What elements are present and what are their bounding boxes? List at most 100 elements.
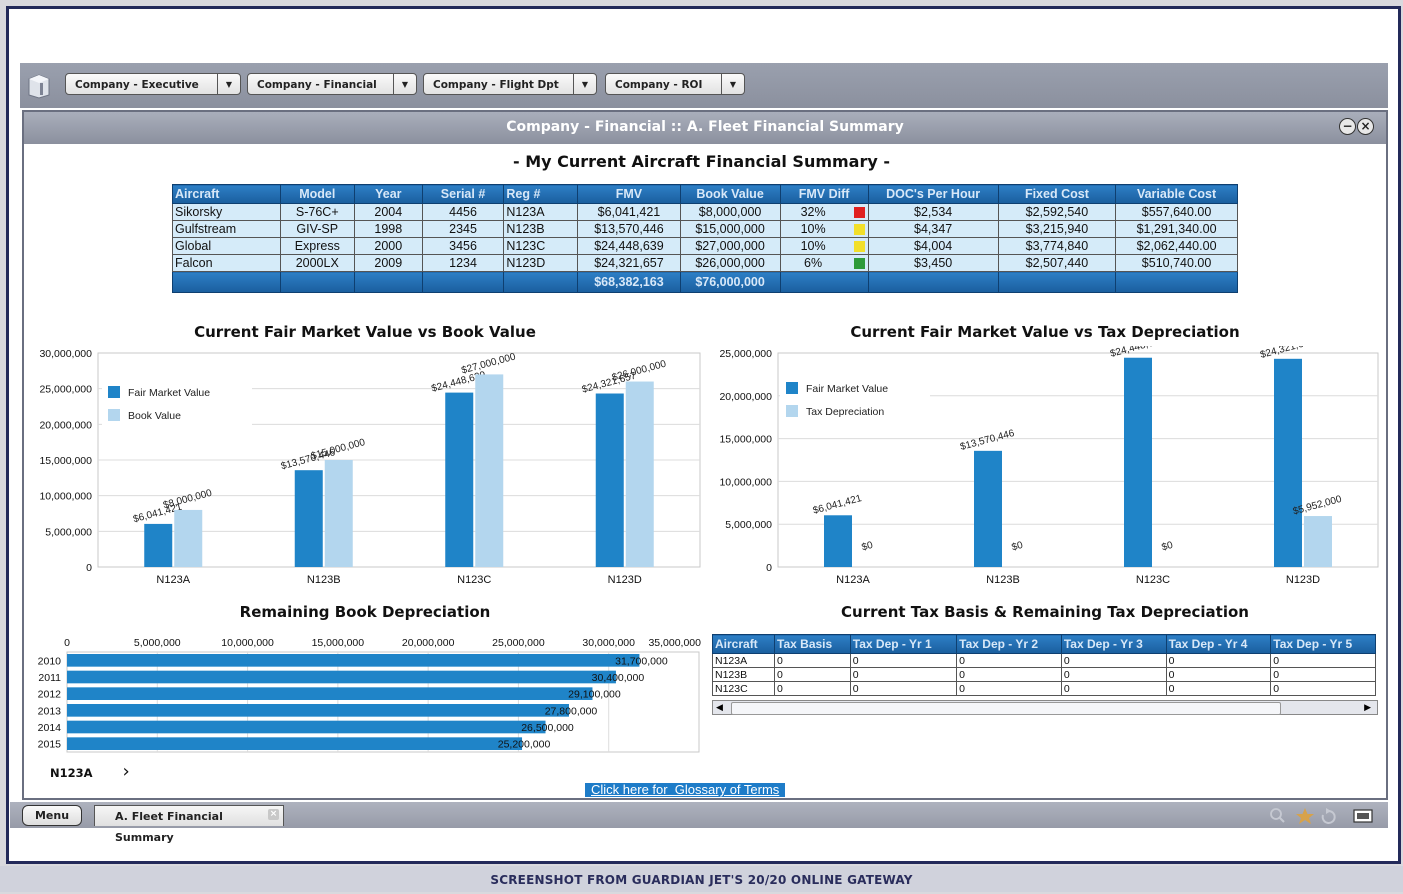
- chevron-down-icon: ▼: [721, 74, 744, 94]
- table-cell-year: 2000: [353, 237, 423, 255]
- dropdown-label: Company - Financial: [257, 79, 377, 91]
- column-header[interactable]: Fixed Cost: [997, 184, 1117, 204]
- export-icon[interactable]: [1353, 809, 1373, 823]
- scroll-right-icon[interactable]: ▶: [1364, 701, 1371, 714]
- column-header[interactable]: Year: [353, 184, 423, 204]
- minimize-icon[interactable]: −: [1339, 118, 1356, 135]
- y-tick-label: 25,000,000: [39, 384, 92, 396]
- data-label: 25,200,000: [498, 739, 551, 751]
- chart-title-remaining-book-depreciation: Remaining Book Depreciation: [239, 603, 491, 621]
- column-header[interactable]: Aircraft: [711, 634, 776, 654]
- column-header[interactable]: Serial #: [421, 184, 505, 204]
- legend-label: Fair Market Value: [128, 387, 210, 399]
- dropdown-label: Company - ROI: [615, 79, 703, 91]
- image-caption: SCREENSHOT FROM GUARDIAN JET'S 20/20 ONL…: [0, 866, 1403, 892]
- x-tick-label: 30,000,000: [582, 637, 635, 649]
- close-tab-icon[interactable]: ×: [268, 809, 279, 820]
- dropdown-company-financial[interactable]: Company - Financial ▼: [247, 73, 417, 95]
- horizontal-scrollbar[interactable]: ◀ ▶: [712, 700, 1378, 715]
- x-tick-label: 35,000,000: [648, 637, 701, 649]
- column-header[interactable]: Tax Dep - Yr 2: [956, 634, 1062, 654]
- table-cell-book: $15,000,000: [679, 220, 781, 238]
- table-header-row: Aircraft Model Year Serial # Reg # FMV B…: [172, 184, 1238, 204]
- column-header[interactable]: Tax Basis: [774, 634, 851, 654]
- x-tick-label: N123A: [836, 574, 870, 586]
- dropdown-label: Company - Executive: [75, 79, 199, 91]
- table-row[interactable]: N123A 0 0 0 0 0 0: [711, 653, 1376, 668]
- table-row[interactable]: N123C 0 0 0 0 0 0: [711, 681, 1376, 696]
- column-header[interactable]: Tax Dep - Yr 5: [1270, 634, 1376, 654]
- table-cell-book: $27,000,000: [679, 237, 781, 255]
- search-icon[interactable]: [1270, 808, 1285, 823]
- y-tick-label: 20,000,000: [39, 419, 92, 431]
- table-cell-aircraft: Gulfstream: [172, 220, 281, 238]
- refresh-icon[interactable]: [1321, 808, 1336, 824]
- next-arrow-icon[interactable]: ›: [123, 761, 130, 782]
- column-header[interactable]: Model: [279, 184, 355, 204]
- scroll-left-icon[interactable]: ◀: [716, 701, 723, 714]
- column-header[interactable]: Reg #: [503, 184, 579, 204]
- scrollbar-thumb[interactable]: [731, 702, 1281, 715]
- column-header[interactable]: Book Value: [679, 184, 781, 204]
- table-row[interactable]: Sikorsky S-76C+ 2004 4456 N123A $6,041,421 $8,…: [172, 203, 1238, 221]
- dropdown-company-flight-dpt[interactable]: Company - Flight Dpt ▼: [423, 73, 597, 95]
- table-row[interactable]: Falcon 2000LX 2009 1234 N123D $24,321,657 $26,…: [172, 254, 1238, 272]
- taskbar-icons: [1270, 808, 1373, 824]
- y-tick-label: 2013: [38, 705, 62, 717]
- fmv-diff-value: 10%: [800, 222, 826, 236]
- table-cell-reg: N123B: [503, 220, 579, 238]
- favorites-star-icon[interactable]: [1296, 808, 1314, 824]
- column-header[interactable]: Variable Cost: [1115, 184, 1238, 204]
- menu-button[interactable]: Menu: [22, 805, 82, 826]
- table-header-row: Aircraft Tax Basis Tax Dep - Yr 1 Tax Dep -…: [711, 634, 1376, 654]
- dropdown-company-executive[interactable]: Company - Executive ▼: [65, 73, 241, 95]
- table-cell-year: 2009: [353, 254, 423, 272]
- column-header[interactable]: Tax Dep - Yr 1: [849, 634, 958, 654]
- table-cell-serial: 1234: [421, 254, 505, 272]
- dropdown-company-roi[interactable]: Company - ROI ▼: [605, 73, 745, 95]
- table-row[interactable]: N123B 0 0 0 0 0 0: [711, 667, 1376, 682]
- column-header[interactable]: DOC's Per Hour: [867, 184, 999, 204]
- table-cell-year: 1998: [353, 220, 423, 238]
- top-toolbar: Company - Executive ▼ Company - Financia…: [20, 63, 1388, 108]
- y-tick-label: 2014: [38, 722, 62, 734]
- close-icon[interactable]: ×: [1357, 118, 1374, 135]
- table-cell: 0: [849, 653, 958, 668]
- depreciation-aircraft-nav: N123A ›: [50, 761, 130, 782]
- table-row[interactable]: Gulfstream GIV-SP 1998 2345 N123B $13,570,446…: [172, 220, 1238, 238]
- bar: [1124, 357, 1152, 567]
- column-header[interactable]: Tax Dep - Yr 4: [1165, 634, 1272, 654]
- table-cell-diff: 32%: [779, 203, 869, 221]
- table-cell-book: $26,000,000: [679, 254, 781, 272]
- column-header[interactable]: Aircraft: [172, 184, 281, 204]
- chart-fmv-vs-tax: 0 5,000,000 10,000,000 15,000,000 20,000,000…: [719, 346, 1379, 586]
- column-header[interactable]: Tax Dep - Yr 3: [1060, 634, 1167, 654]
- table-cell-fmv: $13,570,446: [577, 220, 681, 238]
- table-cell-reg: N123C: [503, 237, 579, 255]
- glossary-link[interactable]: Click here for Glossary of Terms: [585, 783, 786, 797]
- table-row[interactable]: Global Express 2000 3456 N123C $24,448,639 $27…: [172, 237, 1238, 255]
- bar: [67, 654, 640, 667]
- table-cell: 0: [956, 681, 1062, 696]
- table-cell: 0: [956, 667, 1062, 682]
- y-tick-label: 10,000,000: [39, 491, 92, 503]
- chart-title-fmv-vs-book: Current Fair Market Value vs Book Value: [194, 323, 536, 341]
- page-title: - My Current Aircraft Financial Summary …: [512, 152, 890, 171]
- bar: [824, 515, 852, 567]
- chart-fmv-vs-book: 0 5,000,000 10,000,000 15,000,000 20,000,000…: [39, 348, 701, 586]
- column-header[interactable]: FMV: [577, 184, 681, 204]
- x-tick-label: N123A: [156, 574, 190, 586]
- tab-fleet-financial-summary[interactable]: A. Fleet Financial Summary ×: [94, 805, 284, 844]
- x-tick-label: N123C: [457, 574, 491, 586]
- table-cell: 0: [1060, 653, 1167, 668]
- bar: [475, 374, 504, 567]
- table-cell-diff: 10%: [779, 237, 869, 255]
- bar: [67, 720, 546, 734]
- status-indicator-icon: [853, 224, 865, 235]
- table-totals-row: $68,382,163 $76,000,000: [172, 271, 1238, 293]
- tax-basis-table: Aircraft Tax Basis Tax Dep - Yr 1 Tax Dep -…: [711, 634, 1376, 696]
- fmv-diff-value: 10%: [800, 239, 826, 253]
- totals-cell: [279, 271, 355, 293]
- column-header[interactable]: FMV Diff: [779, 184, 869, 204]
- totals-cell: $68,382,163: [577, 271, 681, 293]
